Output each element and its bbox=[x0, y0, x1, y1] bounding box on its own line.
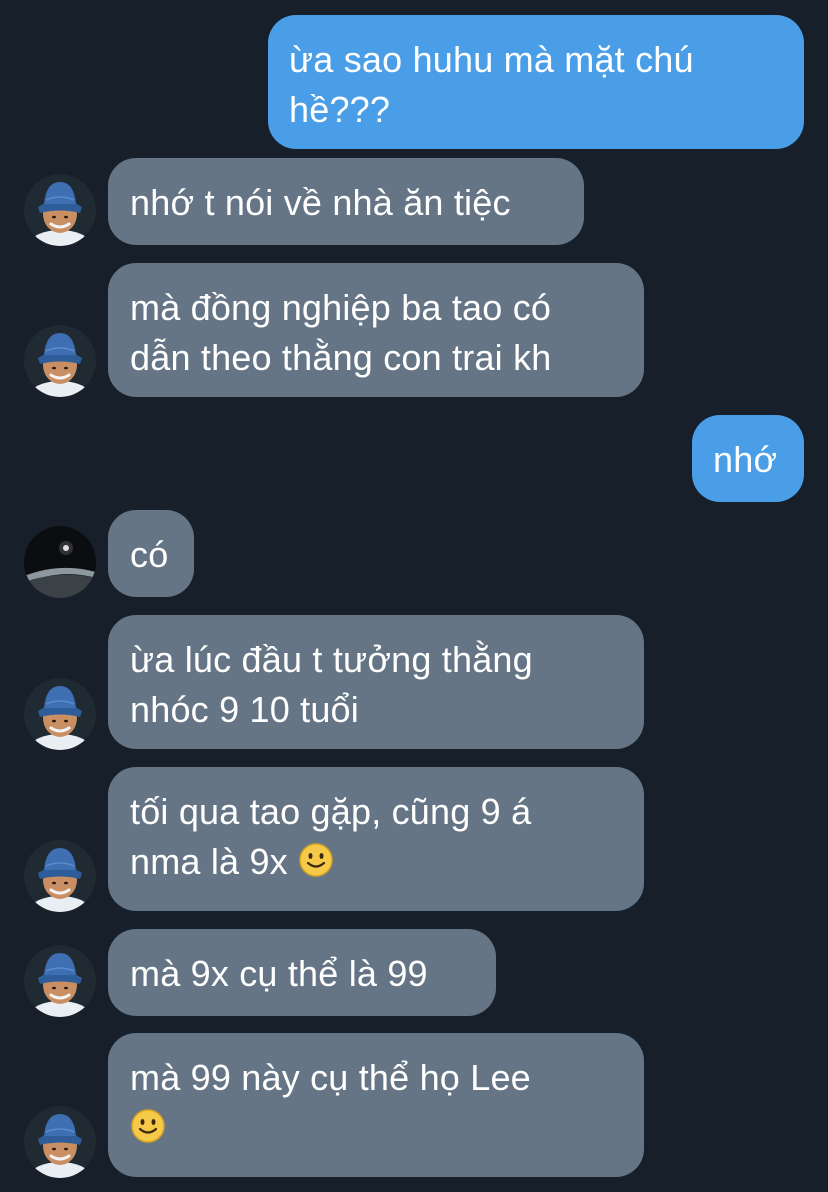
contact-avatar[interactable] bbox=[24, 945, 96, 1017]
message-text: có bbox=[130, 534, 169, 575]
contact-avatar[interactable] bbox=[24, 840, 96, 912]
outgoing-message-bubble[interactable]: ừa sao huhu mà mặt chú hề??? bbox=[268, 15, 804, 149]
incoming-message-bubble[interactable]: mà 9x cụ thể là 99 bbox=[108, 929, 496, 1016]
incoming-message-bubble[interactable]: có bbox=[108, 510, 194, 597]
message-text: nhớ bbox=[713, 439, 778, 480]
message-text: tối qua tao gặp, cũng 9 á bbox=[130, 791, 532, 832]
incoming-message-bubble[interactable]: mà đồng nghiệp ba tao có dẫn theo thằng … bbox=[108, 263, 644, 397]
outgoing-message-bubble[interactable]: nhớ bbox=[692, 415, 804, 502]
incoming-message-bubble[interactable]: nhớ t nói về nhà ăn tiệc bbox=[108, 158, 584, 245]
incoming-message-bubble[interactable]: tối qua tao gặp, cũng 9 á nma là 9x bbox=[108, 767, 644, 911]
message-text: nma là 9x bbox=[130, 841, 288, 882]
message-text: nhóc 9 10 tuổi bbox=[130, 689, 359, 730]
incoming-message-bubble[interactable]: ừa lúc đầu t tưởng thằng nhóc 9 10 tuổi bbox=[108, 615, 644, 749]
incoming-message-bubble[interactable]: mà 99 này cụ thể họ Lee bbox=[108, 1033, 644, 1177]
profile-photo-icon bbox=[24, 945, 96, 1017]
message-text: nhớ t nói về nhà ăn tiệc bbox=[130, 182, 511, 223]
chat-thread: ừa sao huhu mà mặt chú hề??? nhớ t nói v… bbox=[0, 0, 828, 1192]
message-text: dẫn theo thằng con trai kh bbox=[130, 337, 552, 378]
contact-avatar[interactable] bbox=[24, 174, 96, 246]
profile-photo-icon bbox=[24, 174, 96, 246]
message-text: hề??? bbox=[289, 89, 391, 130]
profile-photo-icon bbox=[24, 526, 96, 598]
profile-photo-icon bbox=[24, 1106, 96, 1178]
slightly-smiling-face-emoji-icon bbox=[130, 1108, 166, 1144]
message-text: mà đồng nghiệp ba tao có bbox=[130, 287, 552, 328]
profile-photo-icon bbox=[24, 840, 96, 912]
message-text: ừa sao huhu mà mặt chú bbox=[289, 39, 694, 80]
contact-avatar[interactable] bbox=[24, 526, 96, 598]
message-text: ừa lúc đầu t tưởng thằng bbox=[130, 639, 533, 680]
slightly-smiling-face-emoji-icon bbox=[298, 842, 334, 878]
message-text: mà 99 này cụ thể họ Lee bbox=[130, 1057, 531, 1098]
contact-avatar[interactable] bbox=[24, 325, 96, 397]
contact-avatar[interactable] bbox=[24, 1106, 96, 1178]
contact-avatar[interactable] bbox=[24, 678, 96, 750]
profile-photo-icon bbox=[24, 678, 96, 750]
message-text: mà 9x cụ thể là 99 bbox=[130, 953, 428, 994]
profile-photo-icon bbox=[24, 325, 96, 397]
